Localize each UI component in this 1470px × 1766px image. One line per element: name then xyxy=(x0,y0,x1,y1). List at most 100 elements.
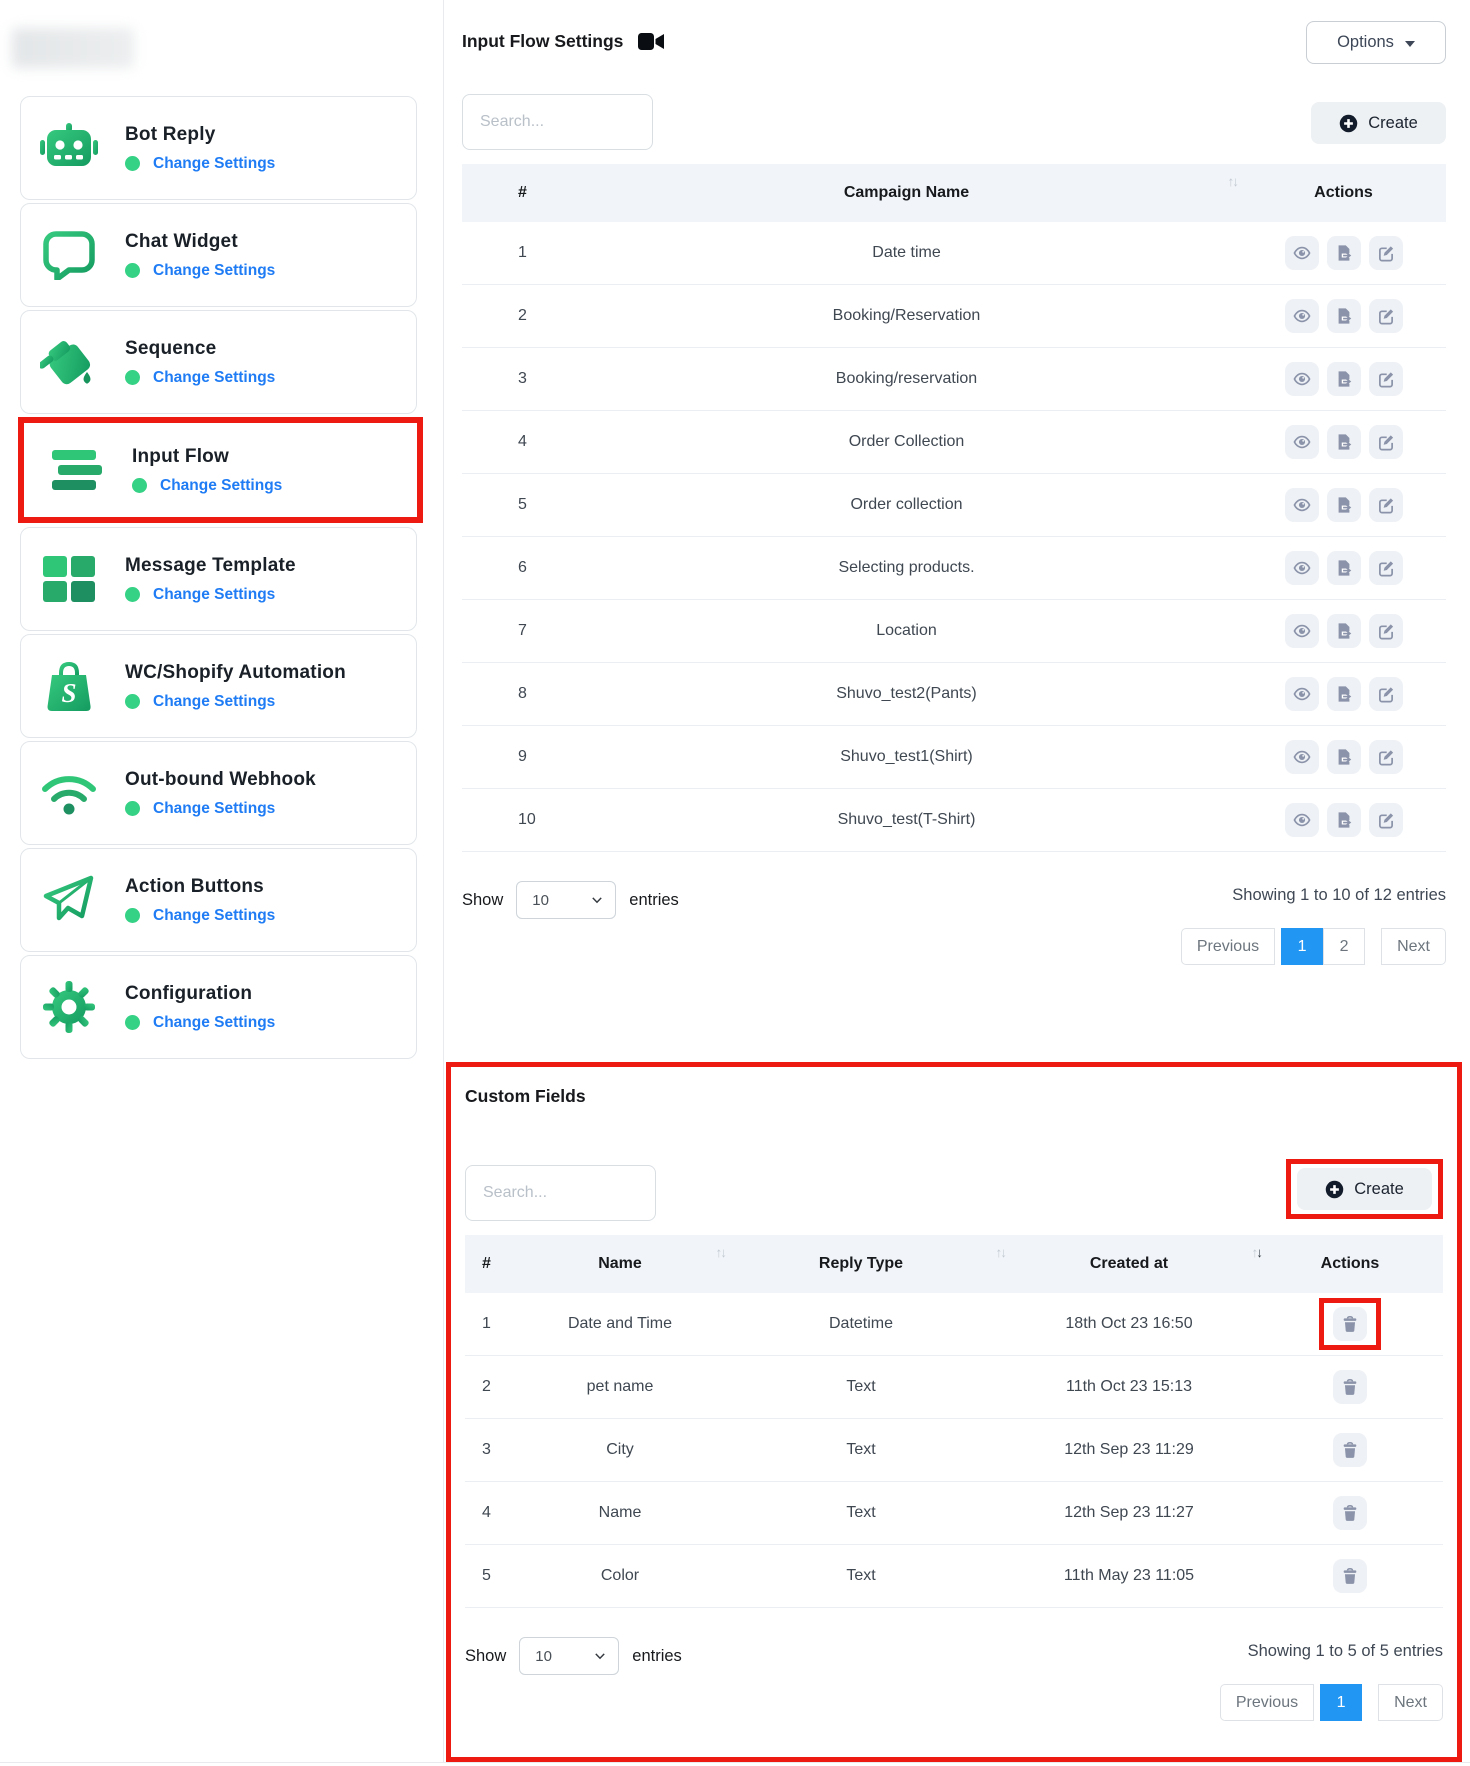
delete-button[interactable] xyxy=(1333,1370,1367,1404)
input-flow-table: # Campaign Name ↑↓ Actions 1 Date time xyxy=(462,164,1446,852)
edit-button[interactable] xyxy=(1369,488,1403,522)
previous-page-button[interactable]: Previous xyxy=(1220,1684,1314,1721)
page-button-2[interactable]: 2 xyxy=(1323,928,1365,965)
change-settings-link[interactable]: Change Settings xyxy=(153,693,275,711)
table-row: 3 City Text 12th Sep 23 11:29 xyxy=(465,1419,1443,1482)
trash-icon xyxy=(1341,1441,1359,1459)
column-header-name[interactable]: Name ↑↓ xyxy=(519,1255,721,1273)
column-header-reply-type[interactable]: Reply Type ↑↓ xyxy=(721,1255,1001,1273)
view-button[interactable] xyxy=(1285,551,1319,585)
next-page-button[interactable]: Next xyxy=(1378,1684,1443,1721)
page-button-1[interactable]: 1 xyxy=(1320,1684,1362,1721)
sidebar-item-out-bound-webhook[interactable]: Out-bound Webhook Change Settings xyxy=(20,741,417,845)
edit-button[interactable] xyxy=(1369,614,1403,648)
delete-button[interactable] xyxy=(1333,1496,1367,1530)
column-header-campaign-name[interactable]: Campaign Name ↑↓ xyxy=(572,184,1241,202)
eye-icon xyxy=(1293,748,1311,766)
export-button[interactable] xyxy=(1327,740,1361,774)
export-button[interactable] xyxy=(1327,299,1361,333)
sidebar-item-title: Configuration xyxy=(125,983,275,1005)
export-button[interactable] xyxy=(1327,803,1361,837)
view-button[interactable] xyxy=(1285,677,1319,711)
view-button[interactable] xyxy=(1285,740,1319,774)
export-button[interactable] xyxy=(1327,614,1361,648)
view-button[interactable] xyxy=(1285,236,1319,270)
entries-select[interactable]: 10 xyxy=(519,1637,619,1675)
edit-button[interactable] xyxy=(1369,425,1403,459)
edit-button[interactable] xyxy=(1369,236,1403,270)
delete-button[interactable] xyxy=(1333,1559,1367,1593)
export-button[interactable] xyxy=(1327,551,1361,585)
sidebar-item-action-buttons[interactable]: Action Buttons Change Settings xyxy=(20,848,417,952)
sidebar-item-title: Input Flow xyxy=(132,446,282,468)
delete-button[interactable] xyxy=(1333,1307,1367,1341)
view-button[interactable] xyxy=(1285,299,1319,333)
sidebar-item-sequence[interactable]: Sequence Change Settings xyxy=(20,310,417,414)
export-button[interactable] xyxy=(1327,362,1361,396)
row-index: 9 xyxy=(462,748,572,766)
trash-icon xyxy=(1341,1567,1359,1585)
view-button[interactable] xyxy=(1285,488,1319,522)
sidebar-item-input-flow[interactable]: Input Flow Change Settings xyxy=(28,423,413,517)
options-button[interactable]: Options xyxy=(1306,21,1446,64)
search-input[interactable] xyxy=(462,94,653,150)
sidebar-item-configuration[interactable]: Configuration Change Settings xyxy=(20,955,417,1059)
edit-button[interactable] xyxy=(1369,803,1403,837)
row-index: 5 xyxy=(462,496,572,514)
view-button[interactable] xyxy=(1285,803,1319,837)
create-button[interactable]: Create xyxy=(1311,102,1446,144)
entries-select[interactable]: 10 xyxy=(516,881,616,919)
eye-icon xyxy=(1293,307,1311,325)
svg-text:S: S xyxy=(61,678,76,708)
video-camera-icon[interactable] xyxy=(638,32,665,51)
export-button[interactable] xyxy=(1327,236,1361,270)
sidebar-item-wc-shopify-automation[interactable]: S WC/Shopify Automation Change Settings xyxy=(20,634,417,738)
edit-icon xyxy=(1377,622,1395,640)
view-button[interactable] xyxy=(1285,614,1319,648)
campaign-name-cell: Date time xyxy=(572,244,1241,262)
delete-button[interactable] xyxy=(1333,1433,1367,1467)
view-button[interactable] xyxy=(1285,362,1319,396)
change-settings-link[interactable]: Change Settings xyxy=(153,907,275,925)
edit-button[interactable] xyxy=(1369,551,1403,585)
export-button[interactable] xyxy=(1327,677,1361,711)
view-button[interactable] xyxy=(1285,425,1319,459)
change-settings-link[interactable]: Change Settings xyxy=(153,800,275,818)
change-settings-link[interactable]: Change Settings xyxy=(153,586,275,604)
eye-icon xyxy=(1293,685,1311,703)
created-at-cell: 18th Oct 23 16:50 xyxy=(1001,1315,1257,1333)
edit-button[interactable] xyxy=(1369,299,1403,333)
file-export-icon xyxy=(1335,811,1353,829)
edit-icon xyxy=(1377,559,1395,577)
eye-icon xyxy=(1293,496,1311,514)
edit-button[interactable] xyxy=(1369,677,1403,711)
page-button-1[interactable]: 1 xyxy=(1281,928,1323,965)
custom-fields-search-input[interactable] xyxy=(465,1165,656,1221)
previous-page-button[interactable]: Previous xyxy=(1181,928,1275,965)
column-header-created-at[interactable]: Created at ↑↓ xyxy=(1001,1255,1257,1273)
create-button-highlight-box: Create xyxy=(1286,1159,1443,1219)
change-settings-link[interactable]: Change Settings xyxy=(153,369,275,387)
sidebar-item-message-template[interactable]: Message Template Change Settings xyxy=(20,527,417,631)
sidebar-item-title: Action Buttons xyxy=(125,876,275,898)
edit-button[interactable] xyxy=(1369,362,1403,396)
next-page-button[interactable]: Next xyxy=(1381,928,1446,965)
sidebar-item-bot-reply[interactable]: Bot Reply Change Settings xyxy=(20,96,417,200)
edit-button[interactable] xyxy=(1369,740,1403,774)
change-settings-link[interactable]: Change Settings xyxy=(153,1014,275,1032)
file-export-icon xyxy=(1335,559,1353,577)
export-button[interactable] xyxy=(1327,425,1361,459)
row-actions xyxy=(1241,614,1446,648)
sidebar-item-chat-widget[interactable]: Chat Widget Change Settings xyxy=(20,203,417,307)
table-row: 5 Color Text 11th May 23 11:05 xyxy=(465,1545,1443,1608)
change-settings-link[interactable]: Change Settings xyxy=(153,262,275,280)
sort-icon[interactable]: ↑↓ xyxy=(1228,174,1238,189)
pagination: Previous 1 2 Next xyxy=(1181,928,1446,965)
change-settings-link[interactable]: Change Settings xyxy=(153,155,275,173)
campaign-name-cell: Shuvo_test(T-Shirt) xyxy=(572,811,1241,829)
column-header-actions: Actions xyxy=(1241,184,1446,202)
change-settings-link[interactable]: Change Settings xyxy=(160,477,282,495)
export-button[interactable] xyxy=(1327,488,1361,522)
row-actions xyxy=(1241,551,1446,585)
custom-fields-create-button[interactable]: Create xyxy=(1297,1168,1432,1210)
